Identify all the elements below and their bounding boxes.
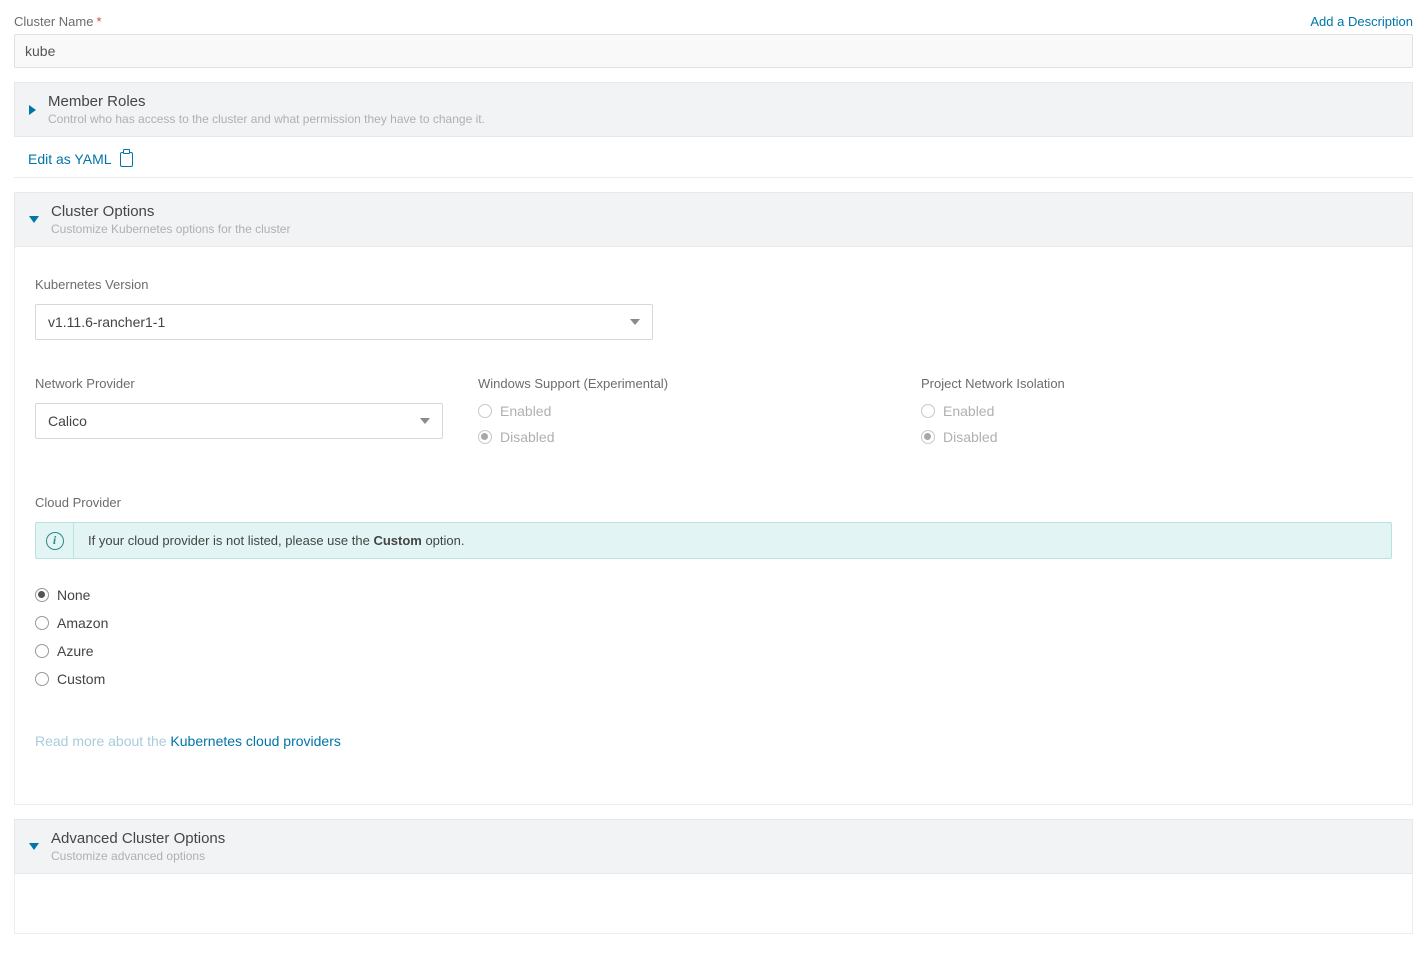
member-roles-subtitle: Control who has access to the cluster an… — [48, 112, 485, 126]
windows-support-disabled-option: Disabled — [478, 429, 903, 445]
windows-support-enabled-option: Enabled — [478, 403, 903, 419]
radio-icon — [35, 616, 49, 630]
cloud-provider-azure-option[interactable]: Azure — [35, 643, 1392, 659]
chevron-down-icon — [29, 216, 39, 223]
radio-icon — [35, 588, 49, 602]
cluster-options-body: Kubernetes Version v1.11.6-rancher1-1 Ne… — [14, 247, 1413, 805]
k8s-version-label: Kubernetes Version — [35, 277, 1392, 292]
cloud-provider-info-banner: i If your cloud provider is not listed, … — [35, 522, 1392, 559]
project-isolation-label: Project Network Isolation — [921, 376, 1392, 391]
cloud-provider-custom-option[interactable]: Custom — [35, 671, 1392, 687]
cluster-options-header[interactable]: Cluster Options Customize Kubernetes opt… — [14, 192, 1413, 247]
windows-support-label: Windows Support (Experimental) — [478, 376, 903, 391]
radio-icon — [35, 644, 49, 658]
clipboard-icon — [120, 152, 133, 167]
member-roles-header[interactable]: Member Roles Control who has access to t… — [14, 82, 1413, 137]
cloud-provider-read-more: Read more about the Kubernetes cloud pro… — [35, 733, 1392, 749]
cloud-provider-none-label: None — [57, 587, 90, 603]
network-provider-value: Calico — [48, 413, 87, 429]
chevron-down-icon — [29, 843, 39, 850]
cluster-name-input[interactable] — [14, 34, 1413, 68]
read-more-prefix: Read more about the — [35, 733, 170, 749]
radio-icon — [478, 404, 492, 418]
advanced-options-body — [14, 874, 1413, 934]
project-isolation-enabled-option: Enabled — [921, 403, 1392, 419]
windows-support-disabled-label: Disabled — [500, 429, 554, 445]
edit-as-yaml-text: Edit as YAML — [28, 151, 112, 167]
required-indicator: * — [96, 14, 101, 29]
advanced-options-title: Advanced Cluster Options — [51, 830, 225, 847]
radio-icon — [35, 672, 49, 686]
radio-icon — [921, 430, 935, 444]
cluster-name-label: Cluster Name — [14, 14, 93, 29]
network-provider-select[interactable]: Calico — [35, 403, 443, 439]
cloud-provider-amazon-label: Amazon — [57, 615, 108, 631]
cluster-options-title: Cluster Options — [51, 203, 290, 220]
add-description-link[interactable]: Add a Description — [1310, 14, 1413, 29]
radio-icon — [478, 430, 492, 444]
cloud-provider-azure-label: Azure — [57, 643, 94, 659]
radio-icon — [921, 404, 935, 418]
k8s-version-select[interactable]: v1.11.6-rancher1-1 — [35, 304, 653, 340]
cloud-provider-amazon-option[interactable]: Amazon — [35, 615, 1392, 631]
project-isolation-disabled-label: Disabled — [943, 429, 997, 445]
chevron-right-icon — [29, 105, 36, 115]
cloud-provider-none-option[interactable]: None — [35, 587, 1392, 603]
advanced-options-subtitle: Customize advanced options — [51, 849, 225, 863]
edit-as-yaml-link[interactable]: Edit as YAML — [28, 151, 133, 167]
project-isolation-disabled-option: Disabled — [921, 429, 1392, 445]
chevron-down-icon — [420, 418, 430, 424]
kubernetes-cloud-providers-link[interactable]: Kubernetes cloud providers — [170, 733, 340, 749]
network-provider-label: Network Provider — [35, 376, 460, 391]
cloud-provider-info-text: If your cloud provider is not listed, pl… — [74, 523, 478, 558]
cloud-provider-custom-label: Custom — [57, 671, 105, 687]
advanced-options-header[interactable]: Advanced Cluster Options Customize advan… — [14, 819, 1413, 874]
member-roles-title: Member Roles — [48, 93, 485, 110]
info-icon: i — [46, 532, 64, 550]
windows-support-enabled-label: Enabled — [500, 403, 551, 419]
chevron-down-icon — [630, 319, 640, 325]
k8s-version-value: v1.11.6-rancher1-1 — [48, 314, 165, 330]
cluster-options-subtitle: Customize Kubernetes options for the clu… — [51, 222, 290, 236]
cloud-provider-label: Cloud Provider — [35, 495, 1392, 510]
project-isolation-enabled-label: Enabled — [943, 403, 994, 419]
